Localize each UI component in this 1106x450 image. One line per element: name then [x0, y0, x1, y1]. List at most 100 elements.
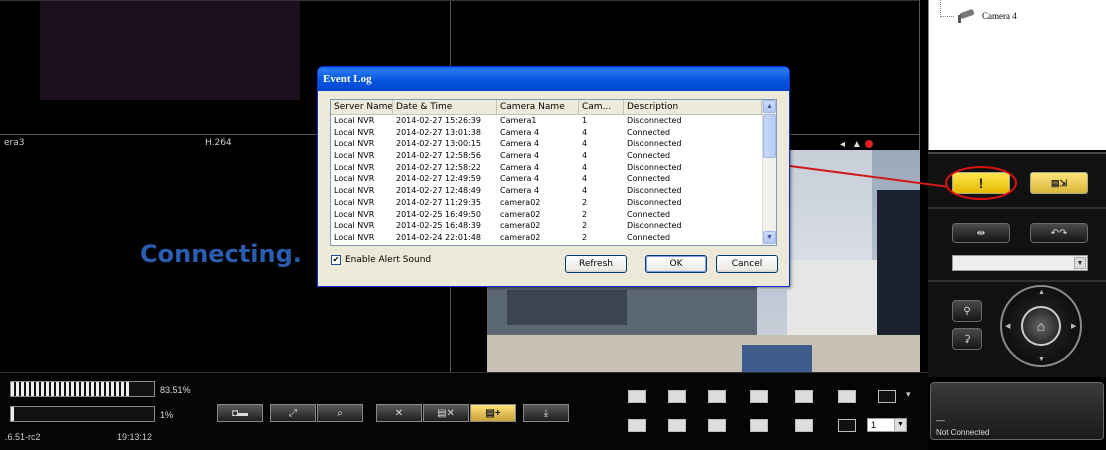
photo-floor — [487, 335, 920, 372]
close-all-icon: ▤✕ — [437, 407, 455, 419]
column-header[interactable]: Cam... — [579, 100, 624, 114]
zoom-out-button[interactable]: ⚳ — [952, 328, 982, 350]
table-cell: Local NVR — [334, 232, 375, 242]
snapshot-button[interactable]: ◘▬ — [217, 404, 263, 422]
checkbox-label: Enable Alert Sound — [345, 255, 432, 265]
download-icon: ⤓ — [543, 407, 549, 419]
table-cell: Local NVR — [334, 174, 375, 184]
dialog-title[interactable]: Event Log — [318, 67, 789, 91]
table-cell: Disconnected — [627, 221, 682, 231]
chevron-down-icon: ▼ — [1074, 257, 1086, 269]
zoom-in-button[interactable]: ⚲ — [952, 300, 982, 322]
table-row[interactable]: Local NVR 2014-02-25 16:49:50 camera02 2 Con… — [331, 209, 776, 221]
table-cell: Local NVR — [334, 151, 375, 161]
layout-1plus7-button[interactable] — [708, 419, 726, 432]
table-row[interactable]: Local NVR 2014-02-27 12:58:22 Camera 4 4 Dis… — [331, 162, 776, 174]
status-dash: — — [936, 415, 945, 425]
table-row[interactable]: Local NVR 2014-02-27 12:49:59 Camera 4 4 Con… — [331, 173, 776, 185]
enable-alert-sound-checkbox[interactable]: ✔ Enable Alert Sound — [331, 255, 431, 265]
fullscreen-button[interactable] — [838, 419, 856, 432]
event-log-list[interactable]: Server Name Date & Time Camera Name Cam.… — [330, 99, 777, 246]
layout-4x4-button[interactable] — [750, 390, 768, 403]
refresh-button[interactable]: Refresh — [565, 255, 627, 273]
table-cell: Connected — [627, 127, 671, 137]
close-view-button[interactable]: ✕ — [376, 404, 422, 422]
export-button[interactable]: ⤓ — [523, 404, 569, 422]
home-icon: ⌂ — [1036, 318, 1046, 334]
column-header[interactable]: Camera Name — [497, 100, 579, 114]
ptz-patrol-button[interactable]: ⇹ — [952, 223, 1010, 243]
table-row[interactable]: Local NVR 2014-02-27 12:48:49 Camera 4 4 Dis… — [331, 185, 776, 197]
table-row[interactable]: Local NVR 2014-02-24 22:01:48 camera02 2 Con… — [331, 232, 776, 244]
table-cell: 2 — [582, 232, 588, 242]
table-cell: 4 — [582, 174, 588, 184]
table-row[interactable]: Local NVR 2014-02-27 12:58:56 Camera 4 4 Con… — [331, 150, 776, 162]
column-header[interactable]: Date & Time — [393, 100, 497, 114]
connection-status-text: Not Connected — [936, 428, 990, 437]
close-all-button[interactable]: ▤✕ — [423, 404, 469, 422]
camera-folder-icon: ◘▬ — [231, 407, 249, 419]
table-cell: 2 — [582, 221, 588, 231]
ok-button[interactable]: OK — [645, 255, 707, 273]
table-cell: Local NVR — [334, 116, 375, 125]
photo-chair — [742, 345, 812, 372]
layout-2x2-button[interactable] — [668, 390, 686, 403]
table-cell: Camera 4 — [500, 174, 540, 184]
list-scrollbar[interactable]: ▲ ▼ — [762, 100, 776, 245]
table-cell: camera02 — [500, 232, 541, 242]
version-label: .6.51-rc2 — [5, 432, 41, 442]
scroll-thumb[interactable] — [763, 114, 776, 158]
table-row[interactable]: Local NVR 2014-02-27 13:00:15 Camera 4 4 Dis… — [331, 138, 776, 150]
table-row[interactable]: Local NVR 2014-02-27 15:26:39 Camera1 1 Disc… — [331, 115, 776, 127]
layout-1plus12-button[interactable] — [750, 419, 768, 432]
digital-zoom-button[interactable]: ⤢ — [270, 404, 316, 422]
highlight-ring — [945, 166, 1017, 200]
device-tree — [928, 0, 1106, 150]
table-row[interactable]: Local NVR 2014-02-25 16:48:39 camera02 2 Dis… — [331, 220, 776, 232]
table-cell: 2014-02-24 22:01:48 — [396, 232, 481, 242]
event-list-button[interactable]: ▤⇲ — [1030, 172, 1088, 194]
layout-more-icon[interactable]: ▾ — [906, 389, 911, 400]
close-icon: ✕ — [394, 407, 404, 419]
camera-icon — [956, 9, 976, 23]
cancel-button[interactable]: Cancel — [716, 255, 778, 273]
table-cell: 2014-02-27 12:49:59 — [396, 174, 481, 184]
arrow-right-icon[interactable]: ▶ — [1071, 322, 1076, 330]
layout-2x3-button[interactable] — [628, 419, 646, 432]
layout-1x1-button[interactable] — [628, 390, 646, 403]
preset-select[interactable]: ▼ — [952, 255, 1088, 271]
layout-1plus5-button[interactable] — [668, 419, 686, 432]
arrow-down-icon[interactable]: ▼ — [1038, 356, 1045, 363]
table-row[interactable]: Local NVR 2014-02-27 13:01:38 Camera 4 4 Con… — [331, 127, 776, 139]
column-header[interactable]: Server Name — [331, 100, 393, 114]
layout-3x3-button[interactable] — [708, 390, 726, 403]
table-cell: Connected — [627, 232, 671, 242]
layout-pip-button[interactable] — [795, 419, 813, 432]
grid-divider — [0, 0, 920, 1]
layout-number-select[interactable]: 1 ▼ — [867, 418, 907, 432]
scroll-down-icon[interactable]: ▼ — [763, 231, 776, 244]
layout-custom-button[interactable] — [878, 390, 896, 403]
layout-6x6-button[interactable] — [838, 390, 856, 403]
table-cell: 2 — [582, 197, 588, 207]
table-cell: 4 — [582, 151, 588, 161]
checkbox-box[interactable]: ✔ — [331, 255, 341, 265]
table-cell: Disconnected — [627, 116, 682, 125]
table-row[interactable]: Local NVR 2014-02-27 11:29:35 camera02 2 Dis… — [331, 197, 776, 209]
table-cell: 2014-02-27 12:48:49 — [396, 186, 481, 196]
table-cell: camera02 — [500, 209, 541, 219]
device-tree-item-camera4[interactable]: Camera 4 — [956, 9, 1017, 23]
ptz-home-button[interactable]: ⌂ — [1021, 306, 1061, 346]
ptz-rotate-button[interactable]: ↶↷ — [1030, 223, 1088, 243]
search-button[interactable]: ⌕ — [317, 404, 363, 422]
warning-icon: ▲ — [851, 139, 862, 150]
layout-5x5-button[interactable] — [795, 390, 813, 403]
arrow-up-icon[interactable]: ▲ — [1038, 289, 1045, 296]
table-cell: Local NVR — [334, 139, 375, 149]
table-cell: Connected — [627, 209, 671, 219]
arrow-left-icon[interactable]: ◀ — [1005, 322, 1010, 330]
event-view-button[interactable]: ▤+ — [470, 404, 516, 422]
scroll-up-icon[interactable]: ▲ — [763, 100, 776, 113]
column-header[interactable]: Description — [624, 100, 762, 114]
camera3-connecting-text: Connecting. — [140, 240, 302, 268]
